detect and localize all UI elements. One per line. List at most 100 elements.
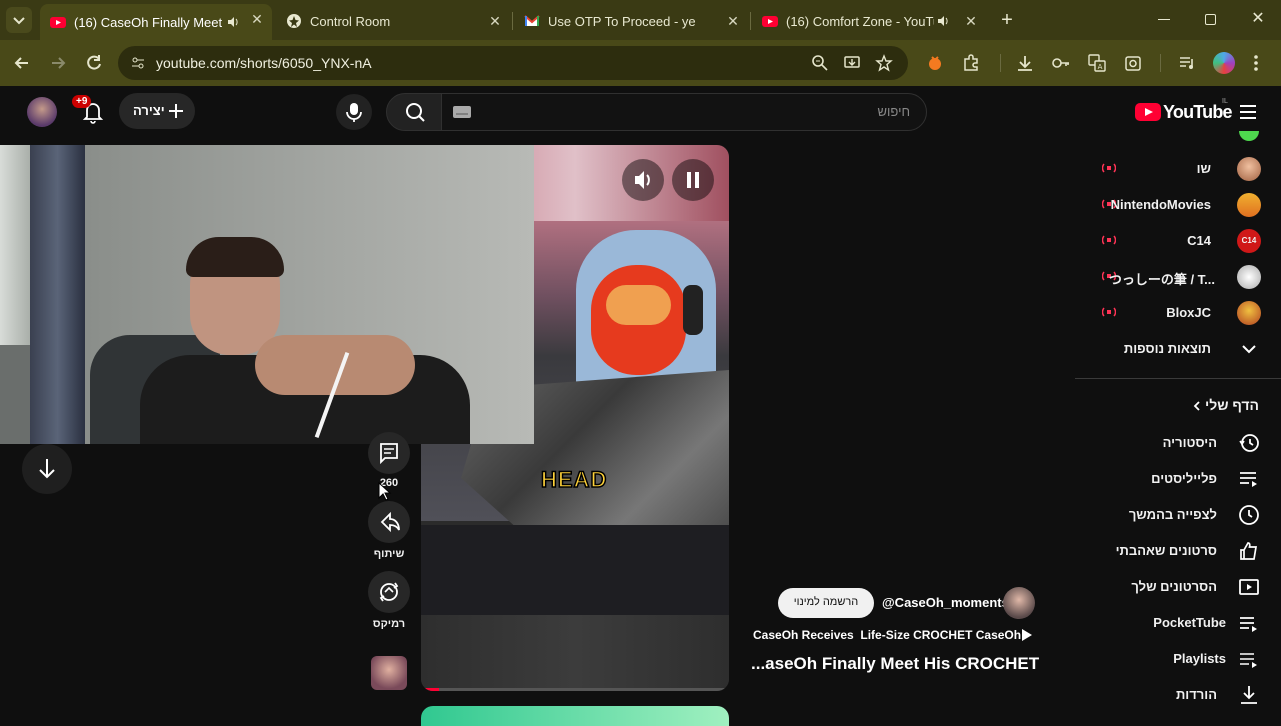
media-control-icon[interactable]: [1177, 53, 1197, 73]
subscribe-button[interactable]: הרשמה למינוי: [778, 588, 874, 618]
profile-avatar[interactable]: [1213, 52, 1235, 74]
keyboard-icon[interactable]: [453, 106, 471, 118]
video-title[interactable]: ...aseOh Finally Meet His CROCHET: [751, 654, 1039, 674]
tab-control-room[interactable]: Control Room ✕: [278, 6, 510, 36]
my-page-header[interactable]: הדף שלי: [1076, 389, 1281, 425]
forward-icon[interactable]: [48, 53, 68, 73]
tab-close-icon[interactable]: ✕: [248, 10, 266, 28]
share-button[interactable]: [368, 501, 410, 543]
chevron-down-icon: [1242, 345, 1256, 354]
tab-separator: [750, 12, 751, 30]
video-description[interactable]: CaseOh Receives Life-Size CROCHET CaseOh: [753, 628, 1021, 642]
tab-title: Use OTP To Proceed - yehuday: [548, 13, 696, 29]
pause-button[interactable]: [672, 159, 714, 201]
download-icon[interactable]: [1015, 53, 1035, 73]
sidebar-item-playlists-ext[interactable]: Playlists: [1076, 641, 1281, 677]
sidebar-item-downloads[interactable]: הורדות: [1076, 677, 1281, 713]
video-overlay-caption: HEAD: [540, 466, 608, 493]
tab-gmail[interactable]: Use OTP To Proceed - yehuday ✕: [516, 6, 748, 36]
create-button[interactable]: יצירה: [119, 93, 195, 129]
browser-menu-button[interactable]: [1250, 52, 1262, 74]
sidebar-subscription[interactable]: C14 C14: [1076, 223, 1281, 259]
back-icon[interactable]: [12, 53, 32, 73]
restore-button[interactable]: [1205, 14, 1216, 25]
screenshot-extension-icon[interactable]: [1123, 53, 1143, 73]
tab-caseoh[interactable]: (16) CaseOh Finally Meet H ✕: [40, 4, 272, 40]
next-short-preview[interactable]: [421, 706, 729, 726]
site-info-icon[interactable]: [130, 55, 146, 71]
tab-close-icon[interactable]: ✕: [486, 12, 504, 30]
mute-button[interactable]: [622, 159, 664, 201]
curtain: [30, 145, 85, 444]
sidebar-subscription[interactable]: NintendoMovies: [1076, 187, 1281, 223]
tab-title: Control Room: [310, 13, 391, 29]
more-vert-icon: [1254, 55, 1258, 71]
address-bar[interactable]: youtube.com/shorts/6050_YNX-nA: [118, 46, 908, 80]
sidebar-item-pockettube[interactable]: PocketTube: [1076, 605, 1281, 641]
search-button[interactable]: [386, 93, 442, 131]
notifications-button[interactable]: +9: [72, 95, 108, 127]
picture-in-picture-video[interactable]: [0, 145, 534, 444]
remix-icon: [379, 582, 399, 602]
notification-count-badge: +9: [72, 95, 92, 108]
speaker-icon[interactable]: [936, 14, 950, 28]
voice-search-button[interactable]: [336, 94, 372, 130]
progress-bar[interactable]: [421, 688, 729, 691]
logo-region: IL: [1222, 98, 1228, 105]
downloads-icon: [1241, 686, 1257, 704]
speaker-icon[interactable]: [226, 15, 240, 29]
new-tab-button[interactable]: +: [996, 9, 1018, 31]
search-input[interactable]: חיפוש: [441, 93, 927, 131]
extensions-puzzle-icon[interactable]: [961, 53, 981, 73]
youtube-favicon-icon: [50, 17, 66, 28]
play-icon: [1022, 629, 1032, 641]
remix-button[interactable]: [368, 571, 410, 613]
comments-button[interactable]: [368, 432, 410, 474]
channel-handle[interactable]: @CaseOh_moments: [882, 595, 1009, 610]
tab-title: (16) Comfort Zone - YouTu: [786, 13, 934, 29]
password-key-icon[interactable]: [1051, 53, 1071, 73]
channel-avatar: C14: [1237, 229, 1261, 253]
tab-comfort-zone[interactable]: (16) Comfort Zone - YouTu ✕: [754, 6, 986, 36]
channel-avatar: [1237, 265, 1261, 289]
blurred-bottom: [421, 615, 729, 691]
sidebar-subscription[interactable]: BloxJC: [1076, 295, 1281, 331]
create-label: יצירה: [133, 103, 165, 118]
chevron-down-icon: [13, 17, 25, 25]
tab-close-icon[interactable]: ✕: [724, 12, 742, 30]
show-more-button[interactable]: תוצאות נוספות: [1076, 331, 1281, 367]
sidebar-item-liked-videos[interactable]: סרטונים שאהבתי: [1076, 533, 1281, 569]
sound-thumbnail[interactable]: [371, 656, 407, 690]
headphones: [683, 285, 703, 335]
minimize-button[interactable]: [1158, 19, 1170, 20]
translate-icon[interactable]: A: [1087, 53, 1107, 73]
install-app-icon[interactable]: [843, 54, 861, 72]
plus-icon: [169, 104, 183, 118]
gmail-favicon-icon: [524, 15, 540, 26]
user-avatar[interactable]: [27, 97, 57, 127]
person-hair: [186, 237, 284, 277]
playlists-icon: [1240, 472, 1257, 487]
channel-avatar[interactable]: [1003, 587, 1035, 619]
zoom-icon[interactable]: [811, 54, 829, 72]
sidebar-item-watch-later[interactable]: לצפייה בהמשך: [1076, 497, 1281, 533]
sidebar-subscription[interactable]: שו: [1076, 151, 1281, 187]
reload-icon[interactable]: [84, 53, 104, 73]
live-indicator-icon: [1102, 235, 1116, 245]
microphone-icon: [346, 103, 362, 122]
channel-avatar: [1237, 157, 1261, 181]
crochet-face-skin: [606, 285, 671, 325]
sidebar-item-playlists[interactable]: פלייליסטים: [1076, 461, 1281, 497]
your-videos-icon: [1239, 579, 1259, 595]
sidebar-item-your-videos[interactable]: הסרטונים שלך: [1076, 569, 1281, 605]
tab-search-button[interactable]: [6, 7, 32, 33]
extension-orange-icon[interactable]: [925, 53, 945, 73]
youtube-logo[interactable]: YouTube IL: [1135, 98, 1233, 126]
sidebar-item-history[interactable]: היסטוריה: [1076, 425, 1281, 461]
bookmark-star-icon[interactable]: [875, 54, 893, 72]
tab-close-icon[interactable]: ✕: [962, 12, 980, 30]
close-window-button[interactable]: ✕: [1250, 9, 1266, 29]
guide-menu-button[interactable]: [1238, 102, 1258, 122]
sidebar-subscription[interactable]: つっしーの筆 / T...: [1076, 259, 1281, 295]
scroll-down-button[interactable]: [22, 444, 72, 494]
